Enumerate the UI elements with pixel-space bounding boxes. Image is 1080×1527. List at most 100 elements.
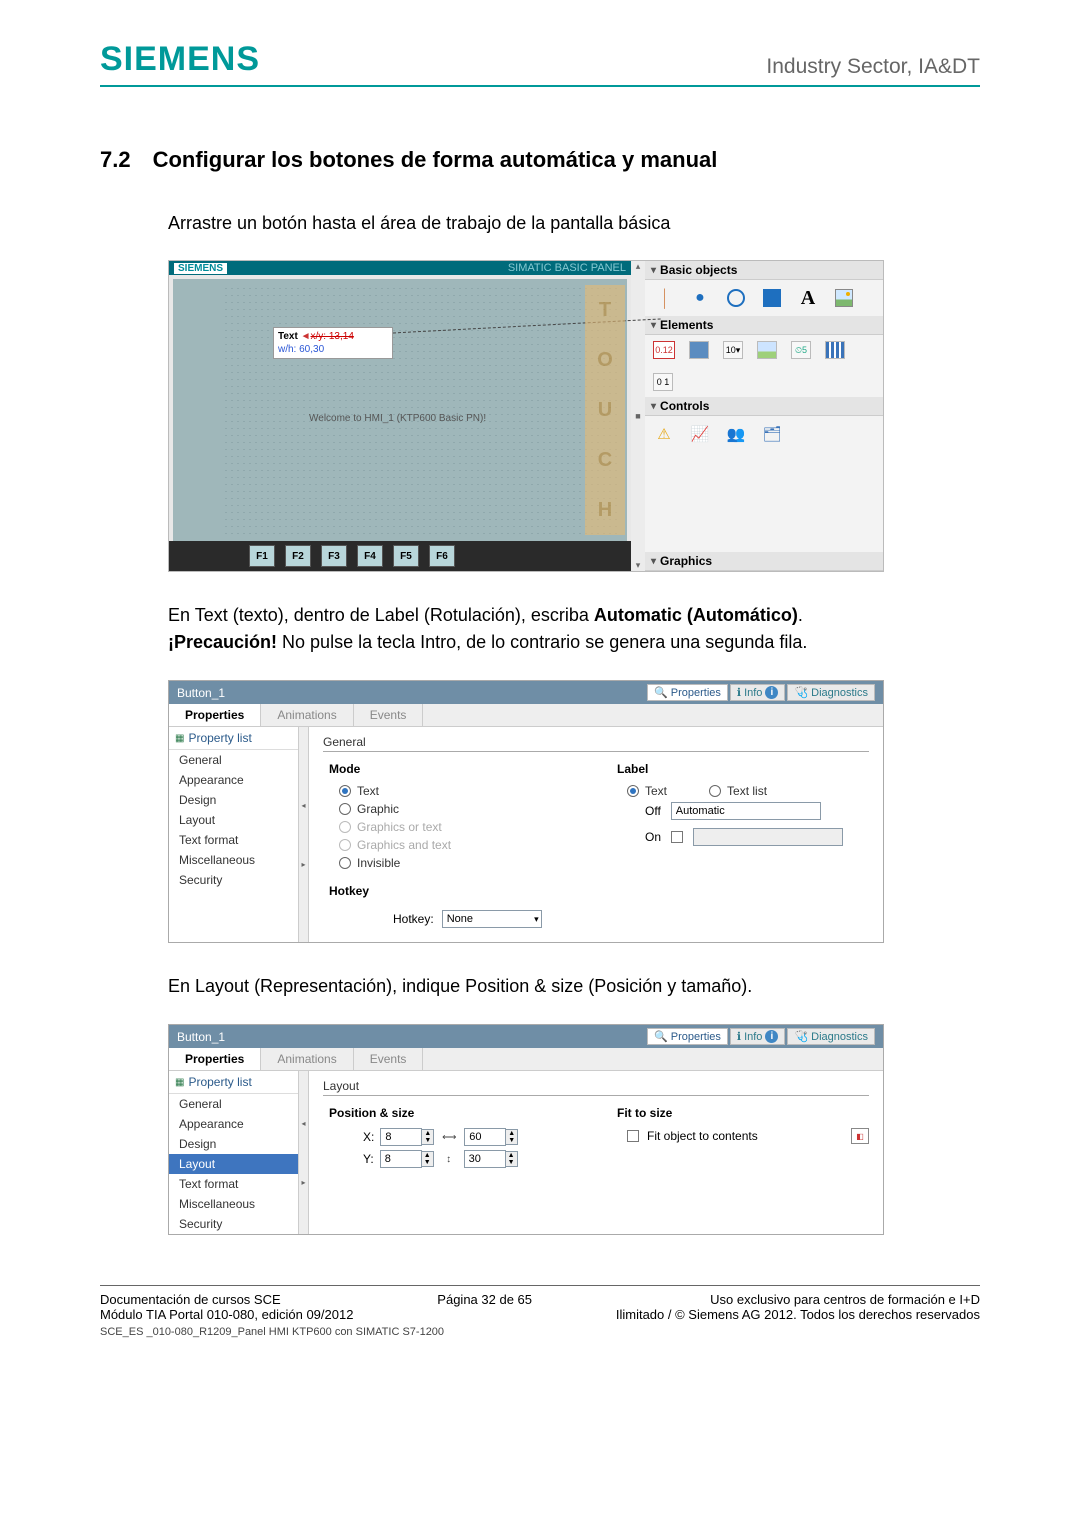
button-element-icon[interactable] — [689, 341, 709, 359]
plist2-general[interactable]: General — [169, 1094, 298, 1114]
hotkey-group-title: Hotkey — [329, 884, 581, 898]
plist2-appearance[interactable]: Appearance — [169, 1114, 298, 1134]
plist2-design[interactable]: Design — [169, 1134, 298, 1154]
tab-events[interactable]: Events — [354, 704, 424, 726]
io-field-icon[interactable]: 0.12 — [653, 341, 675, 359]
checkbox-on[interactable] — [671, 831, 683, 843]
hotkey-dropdown[interactable]: None — [442, 910, 542, 928]
fkey-f5[interactable]: F5 — [393, 545, 419, 567]
user-view-icon[interactable]: 👥 — [725, 424, 747, 444]
plist2-textformat[interactable]: Text format — [169, 1174, 298, 1194]
fkey-f3[interactable]: F3 — [321, 545, 347, 567]
position-size-title: Position & size — [329, 1106, 581, 1120]
line-icon[interactable]: ／ — [648, 283, 679, 314]
label-on: On — [645, 830, 661, 844]
fkey-f2[interactable]: F2 — [285, 545, 311, 567]
fkey-f6[interactable]: F6 — [429, 545, 455, 567]
image-icon[interactable] — [833, 287, 855, 309]
trend-view-icon[interactable]: 📈 — [689, 424, 711, 444]
input-width[interactable] — [464, 1128, 506, 1146]
toolbox-section-elements[interactable]: Elements — [645, 316, 883, 335]
tab-properties-2[interactable]: Properties — [169, 1048, 261, 1070]
radio-mode-gatext — [339, 839, 351, 851]
splitter-2[interactable]: ◂▸ — [299, 1071, 309, 1234]
text-icon[interactable]: A — [797, 287, 819, 309]
width-icon: ⟷ — [440, 1132, 458, 1143]
graphic-io-icon[interactable] — [757, 341, 777, 359]
radio-mode-text[interactable] — [339, 785, 351, 797]
input-on-text — [693, 828, 843, 846]
screenshot-properties-layout: Button_1 🔍 Properties ℹ Info i 🩺 Diagnos… — [168, 1024, 884, 1235]
vertical-scrollbar[interactable]: ▴■▾ — [631, 261, 645, 571]
plist2-security[interactable]: Security — [169, 1214, 298, 1234]
bar-icon[interactable] — [825, 341, 845, 359]
footer-left-1: Documentación de cursos SCE — [100, 1292, 353, 1307]
toolbox-section-basic[interactable]: Basic objects — [645, 261, 883, 280]
property-list-header-2[interactable]: Property list — [169, 1071, 298, 1094]
plist-general[interactable]: General — [169, 750, 298, 770]
general-section-label: General — [323, 735, 869, 752]
property-list-header[interactable]: Property list — [169, 727, 298, 750]
radio-label-textlist[interactable] — [709, 785, 721, 797]
hmi-panel-title: SIMATIC BASIC PANEL — [508, 262, 626, 274]
plist2-misc[interactable]: Miscellaneous — [169, 1194, 298, 1214]
plist-misc[interactable]: Miscellaneous — [169, 850, 298, 870]
circle-icon[interactable] — [725, 287, 747, 309]
inspector-tab-properties-2[interactable]: 🔍 Properties — [647, 1028, 728, 1045]
input-y[interactable] — [380, 1150, 422, 1168]
rectangle-icon[interactable] — [761, 287, 783, 309]
plist-layout[interactable]: Layout — [169, 810, 298, 830]
radio-mode-graphic[interactable] — [339, 803, 351, 815]
inspector-tab-info-2[interactable]: ℹ Info i — [730, 1028, 786, 1045]
page-footer: Documentación de cursos SCE Módulo TIA P… — [100, 1285, 980, 1322]
datetime-icon[interactable]: ⏲5 — [791, 341, 811, 359]
tab-properties[interactable]: Properties — [169, 704, 261, 726]
siemens-logo: SIEMENS — [100, 40, 260, 79]
hmi-work-area[interactable]: Text ◄x/y: 13,14 w/h: 60,30 Welcome to H… — [173, 279, 627, 541]
input-height[interactable] — [464, 1150, 506, 1168]
label-group-title: Label — [617, 762, 869, 776]
paragraph-layout: En Layout (Representación), indique Posi… — [168, 973, 980, 1000]
button-tooltip: Text ◄x/y: 13,14 w/h: 60,30 — [273, 327, 393, 359]
header-sector: Industry Sector, IA&DT — [766, 55, 980, 79]
label-off: Off — [645, 804, 661, 818]
radio-mode-invisible[interactable] — [339, 857, 351, 869]
layout-section-label: Layout — [323, 1079, 869, 1096]
input-x[interactable] — [380, 1128, 422, 1146]
tab-animations-2[interactable]: Animations — [261, 1048, 353, 1070]
tab-events-2[interactable]: Events — [354, 1048, 424, 1070]
mode-group-title: Mode — [329, 762, 581, 776]
switch-icon[interactable]: 0 1 — [653, 373, 673, 391]
recipe-view-icon[interactable]: 🗂 — [761, 424, 783, 444]
alarm-view-icon[interactable]: ⚠ — [653, 424, 675, 444]
screenshot-properties-general: Button_1 🔍 Properties ℹ Info i 🩺 Diagnos… — [168, 680, 884, 943]
plist-security[interactable]: Security — [169, 870, 298, 890]
fit-icon[interactable]: ◧ — [851, 1128, 869, 1144]
checkbox-fit-contents[interactable] — [627, 1130, 639, 1142]
input-off-text[interactable] — [671, 802, 821, 820]
section-title: Configurar los botones de forma automáti… — [153, 147, 718, 173]
symbolic-io-icon[interactable]: 10▾ — [723, 341, 743, 359]
toolbox-section-graphics[interactable]: Graphics — [645, 552, 883, 571]
footer-page-number: Página 32 de 65 — [437, 1292, 532, 1322]
inspector-tab-info[interactable]: ℹ Info i — [730, 684, 786, 701]
radio-label-text[interactable] — [627, 785, 639, 797]
ellipse-icon[interactable]: ● — [689, 287, 711, 309]
tab-animations[interactable]: Animations — [261, 704, 353, 726]
toolbox-section-controls[interactable]: Controls — [645, 397, 883, 416]
inspector-tab-diagnostics-2[interactable]: 🩺 Diagnostics — [787, 1028, 875, 1045]
splitter[interactable]: ◂▸ — [299, 727, 309, 942]
fkey-f4[interactable]: F4 — [357, 545, 383, 567]
plist2-layout[interactable]: Layout — [169, 1154, 298, 1174]
inspector-tab-properties[interactable]: 🔍 Properties — [647, 684, 728, 701]
plist-textformat[interactable]: Text format — [169, 830, 298, 850]
object-name-2: Button_1 — [177, 1030, 225, 1044]
toolbox-panel: Basic objects ／ ● A Elements 0.12 10▾ ⏲5 — [645, 261, 883, 571]
fkey-f1[interactable]: F1 — [249, 545, 275, 567]
plist-design[interactable]: Design — [169, 790, 298, 810]
footer-left-2: Módulo TIA Portal 010-080, edición 09/20… — [100, 1307, 353, 1322]
paragraph-text-label: En Text (texto), dentro de Label (Rotula… — [168, 602, 980, 656]
inspector-tab-diagnostics[interactable]: 🩺 Diagnostics — [787, 684, 875, 701]
hmi-brand: SIEMENS — [174, 263, 227, 274]
plist-appearance[interactable]: Appearance — [169, 770, 298, 790]
